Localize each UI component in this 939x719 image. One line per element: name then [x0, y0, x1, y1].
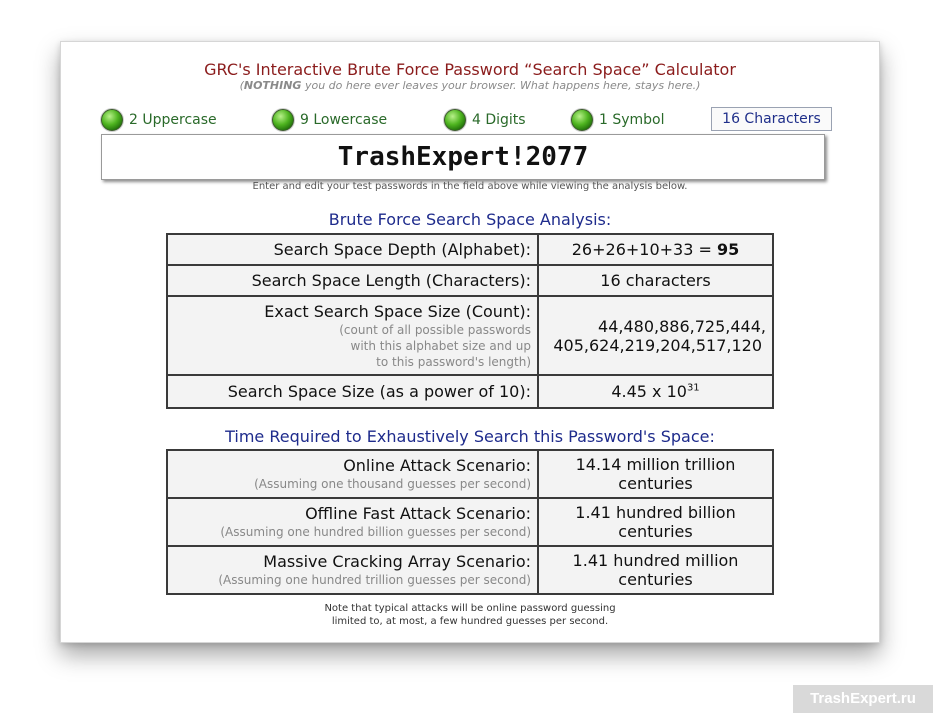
massive-array-label: Massive Cracking Array Scenario: (Assumi… [166, 545, 539, 595]
watermark-logo: TrashExpert.ru [793, 685, 933, 713]
time-title: Time Required to Exhaustively Search thi… [225, 427, 715, 446]
analysis-table: Search Space Depth (Alphabet): 26+26+10+… [166, 233, 774, 409]
exact-label: Exact Search Space Size (Count): (count … [166, 295, 539, 376]
table-row: Offline Fast Attack Scenario: (Assuming … [166, 497, 774, 547]
table-row: Search Space Size (as a power of 10): 4.… [166, 374, 774, 409]
indicator-label: 2 Uppercase [129, 112, 217, 128]
depth-label: Search Space Depth (Alphabet): [166, 233, 539, 266]
password-input[interactable]: TrashExpert!2077 [101, 134, 825, 180]
green-light-icon [444, 109, 466, 131]
indicator-label: 1 Symbol [599, 112, 665, 128]
page-title: GRC's Interactive Brute Force Password “… [204, 60, 736, 79]
table-row: Exact Search Space Size (Count): (count … [166, 295, 774, 376]
exact-value: 44,480,886,725,444, 405,624,219,204,517,… [537, 295, 774, 376]
power-label: Search Space Size (as a power of 10): [166, 374, 539, 409]
green-light-icon [571, 109, 593, 131]
offline-attack-label: Offline Fast Attack Scenario: (Assuming … [166, 497, 539, 547]
offline-attack-value: 1.41 hundred billion centuries [537, 497, 774, 547]
online-attack-value: 14.14 million trillion centuries [537, 449, 774, 499]
input-hint: Enter and edit your test passwords in th… [252, 181, 688, 192]
length-label: Search Space Length (Characters): [166, 264, 539, 297]
green-light-icon [101, 109, 123, 131]
analysis-title: Brute Force Search Space Analysis: [328, 210, 612, 229]
footnote: Note that typical attacks will be online… [324, 603, 616, 627]
online-attack-label: Online Attack Scenario: (Assuming one th… [166, 449, 539, 499]
indicator-symbol: 1 Symbol [571, 109, 665, 131]
table-row: Online Attack Scenario: (Assuming one th… [166, 449, 774, 499]
page-subtitle: (NOTHING you do here ever leaves your br… [239, 79, 701, 92]
indicator-uppercase: 2 Uppercase [101, 109, 217, 131]
massive-array-value: 1.41 hundred million centuries [537, 545, 774, 595]
time-table: Online Attack Scenario: (Assuming one th… [166, 449, 774, 595]
indicator-lowercase: 9 Lowercase [272, 109, 387, 131]
power-value: 4.45 x 1031 [537, 374, 774, 409]
character-count: 16 Characters [711, 107, 832, 131]
calculator-panel: GRC's Interactive Brute Force Password “… [60, 41, 880, 643]
indicator-digits: 4 Digits [444, 109, 526, 131]
green-light-icon [272, 109, 294, 131]
table-row: Massive Cracking Array Scenario: (Assumi… [166, 545, 774, 595]
length-value: 16 characters [537, 264, 774, 297]
table-row: Search Space Depth (Alphabet): 26+26+10+… [166, 233, 774, 266]
indicator-label: 4 Digits [472, 112, 526, 128]
table-row: Search Space Length (Characters): 16 cha… [166, 264, 774, 297]
indicator-label: 9 Lowercase [300, 112, 388, 128]
depth-value: 26+26+10+33 = 95 [537, 233, 774, 266]
